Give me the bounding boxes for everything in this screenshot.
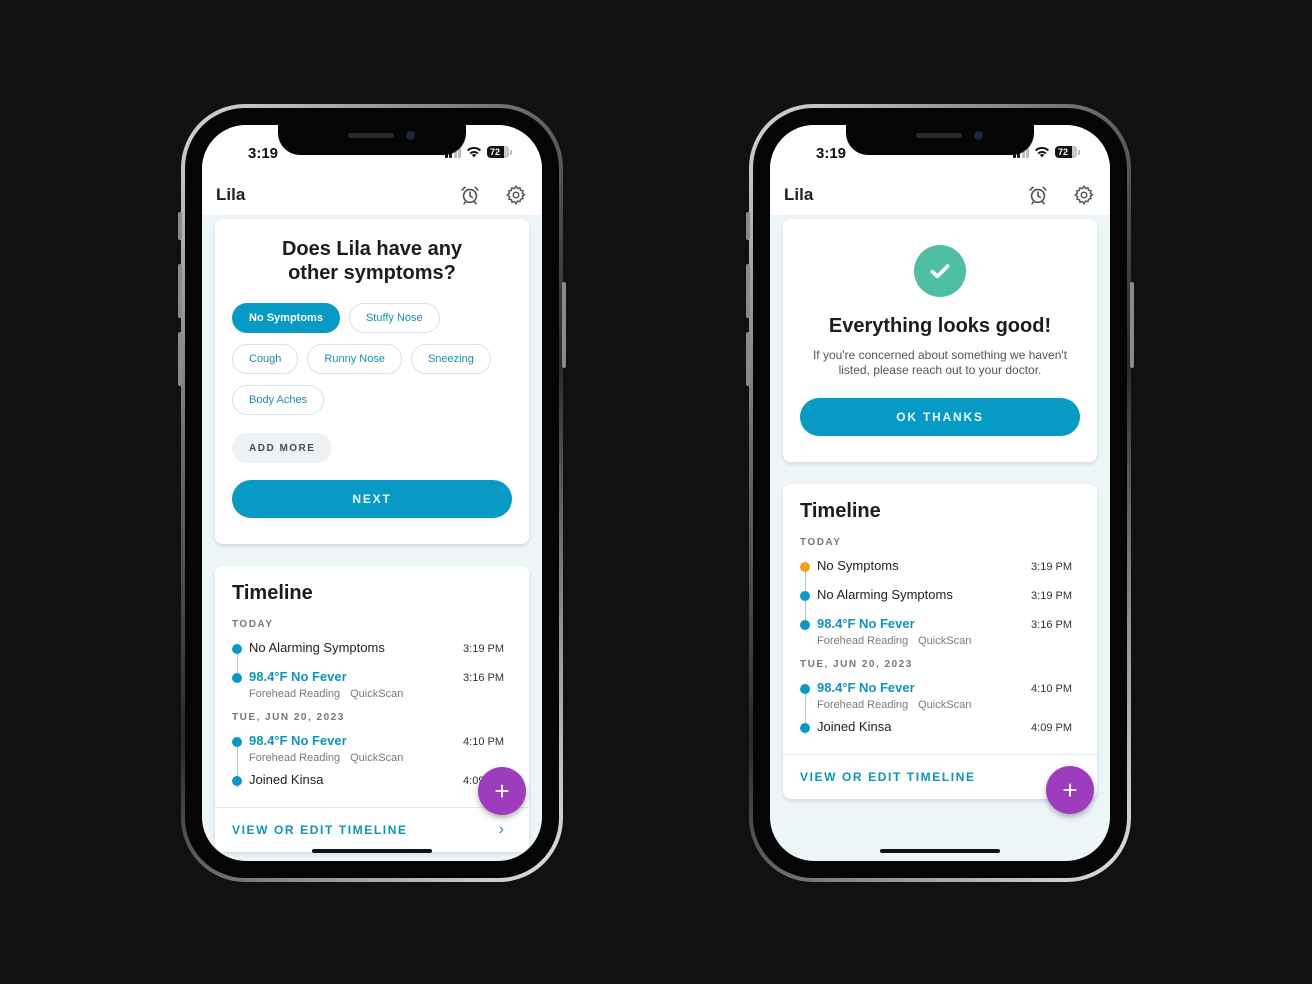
result-message: If you're concerned about something we h… — [812, 348, 1068, 377]
volume-up-button — [746, 264, 750, 318]
volume-up-button — [178, 264, 182, 318]
chip-runny-nose[interactable]: Runny Nose — [307, 344, 402, 374]
timeline-item[interactable]: No Symptoms 3:19 PM — [800, 558, 1080, 597]
chip-body-aches[interactable]: Body Aches — [232, 385, 325, 415]
volume-down-button — [178, 332, 182, 386]
chip-cough[interactable]: Cough — [232, 344, 299, 374]
home-indicator[interactable] — [880, 849, 1000, 853]
plus-icon: + — [494, 775, 510, 806]
timeline-item[interactable]: 98.4°F No Fever 3:16 PM Forehead Reading Q… — [232, 669, 512, 708]
add-fab-button[interactable]: + — [478, 767, 526, 815]
add-more-button[interactable]: ADD MORE — [232, 433, 333, 463]
timeline-card: Timeline TODAY No Alarming Symptoms 3:19 … — [215, 566, 529, 852]
alarm-clock-icon[interactable] — [458, 183, 482, 207]
timeline-dot — [800, 562, 810, 572]
chevron-right-icon: › — [498, 821, 504, 838]
phone-left: 3:19 72 Lila Does Lila have any other sy… — [178, 104, 566, 882]
timeline-item[interactable]: 98.4°F No Fever 4:10 PM Forehead Reading Q… — [800, 680, 1080, 735]
gear-icon[interactable] — [1072, 183, 1096, 207]
result-title: Everything looks good! — [828, 315, 1052, 337]
plus-icon: + — [1062, 774, 1078, 805]
screen-result: 3:19 72 Lila Everything looks good! If y… — [770, 125, 1110, 861]
next-button[interactable]: NEXT — [232, 480, 512, 518]
profile-name[interactable]: Lila — [784, 185, 1004, 205]
timeline-item[interactable]: 98.4°F No Fever 4:10 PM Forehead Reading Q… — [232, 733, 512, 788]
mute-switch — [178, 212, 182, 240]
mute-switch — [746, 212, 750, 240]
home-indicator[interactable] — [312, 849, 432, 853]
profile-name[interactable]: Lila — [216, 185, 436, 205]
timeline-dot — [232, 776, 242, 786]
chip-sneezing[interactable]: Sneezing — [410, 344, 491, 374]
timeline-section-heading: TUE, JUN 20, 2023 — [232, 712, 345, 723]
timeline-dot — [232, 737, 242, 747]
volume-down-button — [746, 332, 750, 386]
timeline-dot — [800, 591, 810, 601]
timeline-item[interactable]: Joined Kinsa4:09 PM — [800, 719, 1080, 748]
chip-stuffy-nose[interactable]: Stuffy Nose — [348, 303, 440, 333]
battery-icon: 72 — [487, 146, 512, 158]
timeline-title: Timeline — [232, 582, 313, 604]
alarm-clock-icon[interactable] — [1026, 183, 1050, 207]
wifi-icon — [1035, 146, 1049, 158]
question-title: Does Lila have any other symptoms? — [281, 238, 463, 284]
timeline-section-heading: TUE, JUN 20, 2023 — [800, 659, 913, 670]
view-edit-timeline-link[interactable]: VIEW OR EDIT TIMELINE › — [800, 755, 1080, 799]
battery-icon: 72 — [1055, 146, 1080, 158]
notch — [278, 125, 466, 155]
app-header: Lila — [770, 175, 1110, 215]
status-time: 3:19 — [816, 145, 847, 162]
phone-right: 3:19 72 Lila Everything looks good! If y… — [746, 104, 1134, 882]
notch — [846, 125, 1034, 155]
screen-symptoms: 3:19 72 Lila Does Lila have any other sy… — [202, 125, 542, 861]
timeline-card: Timeline TODAY No Symptoms 3:19 PM No Ala… — [783, 484, 1097, 799]
timeline-item[interactable]: Joined Kinsa4:09 PM — [232, 772, 512, 801]
gear-icon[interactable] — [504, 183, 528, 207]
result-card: Everything looks good! If you're concern… — [783, 219, 1097, 462]
timeline-item[interactable]: 98.4°F No Fever 3:16 PM Forehead Reading Q… — [800, 616, 1080, 655]
timeline-dot — [800, 620, 810, 630]
ok-thanks-button[interactable]: OK THANKS — [800, 398, 1080, 436]
timeline-dot — [800, 723, 810, 733]
timeline-section-heading: TODAY — [232, 619, 274, 630]
view-edit-timeline-link[interactable]: VIEW OR EDIT TIMELINE › — [232, 808, 512, 852]
add-fab-button[interactable]: + — [1046, 766, 1094, 814]
timeline-section-heading: TODAY — [800, 537, 842, 548]
wifi-icon — [467, 146, 481, 158]
check-icon — [914, 245, 966, 297]
timeline-item[interactable]: No Alarming Symptoms 3:19 PM — [800, 587, 1080, 626]
symptom-chips: No Symptoms Stuffy Nose Cough Runny Nose… — [232, 303, 512, 415]
status-time: 3:19 — [248, 145, 279, 162]
power-button — [1130, 282, 1134, 368]
timeline-item[interactable]: No Alarming Symptoms 3:19 PM — [232, 640, 512, 679]
timeline-dot — [232, 644, 242, 654]
symptom-question-card: Does Lila have any other symptoms? No Sy… — [215, 219, 529, 544]
app-header: Lila — [202, 175, 542, 215]
chip-no-symptoms[interactable]: No Symptoms — [232, 303, 340, 333]
timeline-title: Timeline — [800, 500, 881, 522]
power-button — [562, 282, 566, 368]
timeline-dot — [800, 684, 810, 694]
timeline-dot — [232, 673, 242, 683]
